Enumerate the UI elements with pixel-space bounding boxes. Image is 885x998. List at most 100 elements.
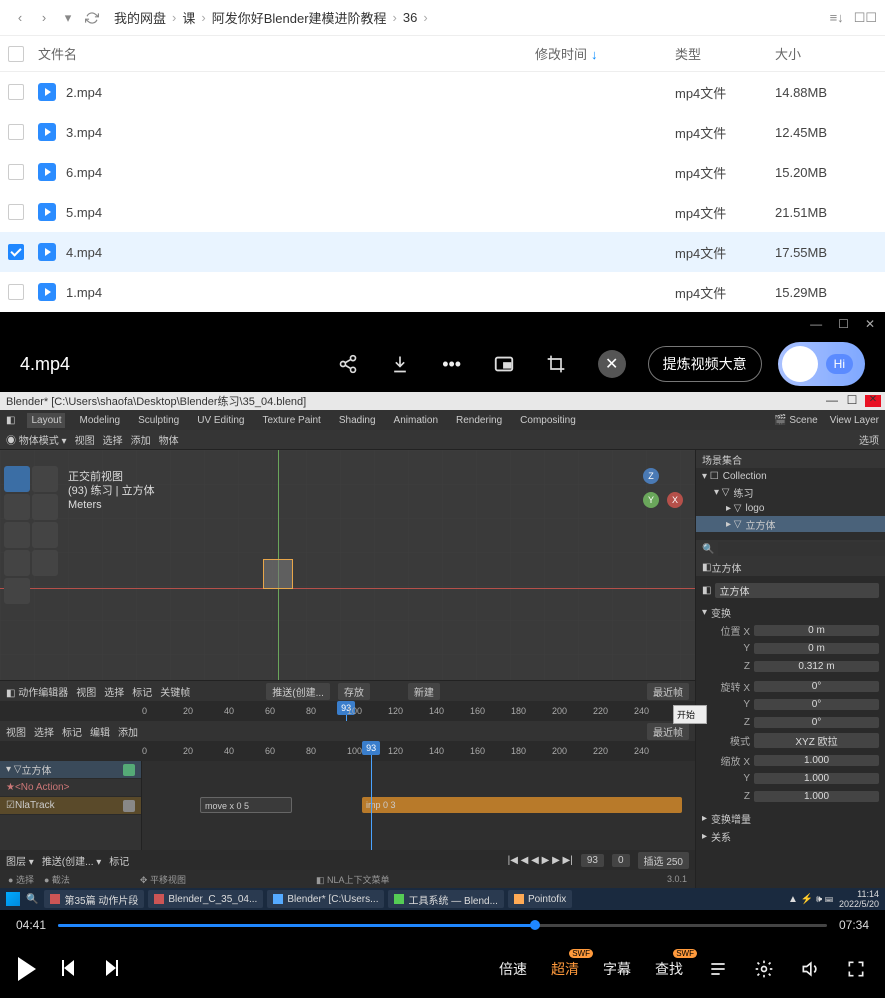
bl-min-icon[interactable]: —	[825, 395, 839, 407]
search-icon[interactable]: 🔍	[26, 894, 38, 905]
taskbar-item[interactable]: 第35篇 动作片段	[44, 890, 144, 908]
tl-menu-item[interactable]: 关键帧	[160, 688, 190, 699]
workspace-tab[interactable]: Shading	[335, 413, 380, 428]
layer-label[interactable]: 图层 ▾	[6, 853, 34, 868]
more-icon[interactable]: •••	[434, 346, 470, 382]
select-all-checkbox[interactable]	[8, 46, 24, 62]
tl-menu-item[interactable]: 标记	[62, 728, 82, 739]
rotate-tool[interactable]	[32, 494, 58, 520]
snap-mode-2[interactable]: 最近帧	[647, 723, 689, 740]
workspace-tab[interactable]: UV Editing	[193, 413, 248, 428]
share-icon[interactable]	[330, 346, 366, 382]
workspace-tab[interactable]: Modeling	[75, 413, 124, 428]
file-row[interactable]: 1.mp4 mp4文件 15.29MB	[0, 272, 885, 312]
tl-menu-item[interactable]: 添加	[118, 728, 138, 739]
frame-start[interactable]: 0	[612, 854, 630, 867]
editor-type[interactable]: ◧ 动作编辑器	[6, 684, 68, 699]
file-checkbox[interactable]	[8, 204, 24, 220]
workspace-tab[interactable]: Animation	[390, 413, 442, 428]
mark-label[interactable]: 标记	[109, 853, 129, 868]
taskbar-item[interactable]: 工具系统 — Blend...	[388, 890, 503, 908]
rot-mode[interactable]: XYZ 欧拉	[754, 733, 879, 748]
file-checkbox[interactable]	[8, 124, 24, 140]
nla-strip-2[interactable]: imp 0 3	[362, 797, 682, 813]
timeline-ruler-2[interactable]: 93 020406080100120140160180200220240	[0, 741, 695, 761]
frame-end[interactable]: 插选 250	[638, 852, 689, 869]
ai-assistant-button[interactable]: Hi	[778, 342, 865, 386]
bl-close-icon[interactable]: ✕	[865, 395, 881, 407]
maximize-icon[interactable]: ☐	[838, 317, 849, 331]
select-tool[interactable]	[4, 466, 30, 492]
taskbar-item[interactable]: Blender* [C:\Users...	[267, 890, 384, 908]
tl-menu-item[interactable]: 视图	[6, 728, 26, 739]
loc-x[interactable]: 0 m	[754, 625, 879, 636]
viewport-options[interactable]: 选项	[859, 432, 879, 447]
breadcrumb-item[interactable]: 课	[182, 8, 195, 27]
outliner-obj1[interactable]: ▾ ▽ 练习	[696, 484, 885, 500]
nav-refresh[interactable]	[82, 8, 102, 28]
nav-back[interactable]: ‹	[10, 8, 30, 28]
sc-x[interactable]: 1.000	[754, 755, 879, 766]
header-menu-item[interactable]: 添加	[131, 436, 151, 447]
close-icon[interactable]: ✕	[865, 317, 875, 331]
outliner-obj2[interactable]: ▸ ▽ logo	[696, 500, 885, 516]
playback-controls[interactable]: |◀ ◀ ◀ ▶ ▶ ▶|	[508, 855, 573, 866]
timeline-ruler-1[interactable]: 93 020406080100120140160180200220240	[0, 701, 695, 721]
scale-tool[interactable]	[4, 522, 30, 548]
file-row[interactable]: 5.mp4 mp4文件 21.51MB	[0, 192, 885, 232]
progress-bar[interactable]	[58, 924, 827, 927]
header-menu-item[interactable]: 视图	[75, 436, 95, 447]
outliner-collection[interactable]: ▾ ☐ Collection	[696, 468, 885, 484]
tray-icons[interactable]: ▲ ⚡ 🕪 ⌨	[788, 894, 833, 905]
viewport-3d[interactable]: 正交前视图 (93) 练习 | 立方体 Meters	[0, 450, 695, 680]
ai-summarize-button[interactable]: 提炼视频大意	[648, 346, 762, 382]
loc-y[interactable]: 0 m	[754, 643, 879, 654]
playlist-icon[interactable]	[707, 958, 729, 980]
volume-icon[interactable]	[799, 958, 821, 980]
bl-max-icon[interactable]: ☐	[845, 395, 859, 407]
cube-object[interactable]	[263, 559, 293, 589]
file-checkbox[interactable]	[8, 164, 24, 180]
taskbar-item[interactable]: Blender_C_35_04...	[148, 890, 263, 908]
rot-x[interactable]: 0°	[754, 681, 879, 692]
close-ai-icon[interactable]: ✕	[598, 350, 626, 378]
tl-menu-item[interactable]: 编辑	[90, 728, 110, 739]
col-name[interactable]: 文件名	[32, 44, 535, 63]
workspace-tab[interactable]: Compositing	[516, 413, 580, 428]
col-time[interactable]: 修改时间↓	[535, 44, 675, 63]
file-checkbox[interactable]	[8, 284, 24, 300]
download-icon[interactable]	[382, 346, 418, 382]
annotate-tool[interactable]	[4, 550, 30, 576]
workspace-tab[interactable]: Texture Paint	[258, 413, 324, 428]
tl-menu-item[interactable]: 标记	[132, 688, 152, 699]
workspace-tab[interactable]: Layout	[27, 413, 65, 428]
breadcrumb-item[interactable]: 36	[403, 10, 417, 25]
workspace-tab[interactable]: Sculpting	[134, 413, 183, 428]
rot-y[interactable]: 0°	[754, 699, 879, 710]
loc-z[interactable]: 0.312 m	[754, 661, 879, 672]
taskbar-item[interactable]: Pointofix	[508, 890, 572, 908]
quality-button[interactable]: 超清SWF	[551, 959, 579, 979]
snap-mode[interactable]: 最近帧	[647, 683, 689, 700]
object-name-field[interactable]: 立方体	[715, 583, 879, 598]
file-row[interactable]: 6.mp4 mp4文件 15.20MB	[0, 152, 885, 192]
fullscreen-icon[interactable]	[845, 958, 867, 980]
search-button[interactable]: 查找SWF	[655, 959, 683, 979]
nav-gizmo[interactable]: Y X Z	[623, 472, 679, 528]
file-row[interactable]: 3.mp4 mp4文件 12.45MB	[0, 112, 885, 152]
settings-icon[interactable]	[753, 958, 775, 980]
clock[interactable]: 11:142022/5/20	[839, 889, 879, 909]
nla-tracks[interactable]: ▾ ▽ 立方体 ★ <No Action> ☑ NlaTrack move x …	[0, 761, 695, 850]
mode-selector[interactable]: ◉ 物体模式 ▾	[6, 432, 67, 447]
sc-y[interactable]: 1.000	[754, 773, 879, 784]
viewlayer-field[interactable]: View Layer	[830, 415, 879, 426]
view-icon[interactable]: ☐☐	[854, 10, 877, 26]
tl-menu-item[interactable]: 选择	[34, 728, 54, 739]
nla-strip-1[interactable]: move x 0 5	[200, 797, 292, 813]
col-type[interactable]: 类型	[675, 44, 775, 63]
workspace-tab[interactable]: Rendering	[452, 413, 506, 428]
nav-dropdown[interactable]: ▾	[58, 8, 78, 28]
frame-current[interactable]: 93	[581, 854, 604, 867]
scene-field[interactable]: 🎬 Scene	[774, 415, 818, 426]
file-row[interactable]: 4.mp4 mp4文件 17.55MB	[0, 232, 885, 272]
